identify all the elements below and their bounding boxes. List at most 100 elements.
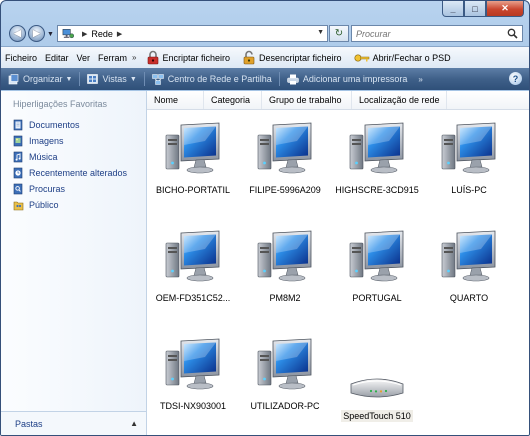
lock-icon — [147, 50, 158, 65]
device-name-label: LUÍS-PC — [451, 185, 487, 195]
encrypt-file-label: Encriptar ficheiro — [162, 52, 231, 63]
search-box[interactable] — [351, 25, 523, 42]
nav-link-label: Música — [29, 152, 58, 162]
search-icon[interactable] — [507, 28, 518, 39]
network-computer-item[interactable]: UTILIZADOR-PC — [239, 337, 331, 411]
explorer-window: _ □ ✕ ◀ ▶ ▼ ▶ Rede ▶ ▼ ↻ Ficheiro Editar… — [0, 0, 530, 436]
music-icon — [13, 151, 23, 163]
computer-icon — [165, 121, 221, 179]
column-header-name[interactable]: Nome — [147, 91, 204, 109]
encrypt-file-button[interactable]: Encriptar ficheiro — [140, 50, 237, 65]
views-button[interactable]: Vistas ▼ — [80, 74, 143, 84]
back-button[interactable]: ◀ — [9, 25, 26, 42]
nav-link-documents[interactable]: Documentos — [13, 117, 127, 133]
folders-label: Pastas — [15, 418, 43, 429]
menu-edit[interactable]: Editar — [41, 53, 73, 63]
breadcrumb-chevron-icon[interactable]: ▶ — [82, 30, 87, 38]
column-header-category[interactable]: Categoria — [204, 91, 262, 109]
minimize-button[interactable]: _ — [442, 1, 464, 17]
maximize-button[interactable]: □ — [464, 1, 486, 17]
column-header-network-location[interactable]: Localização de rede — [352, 91, 447, 109]
command-overflow-icon[interactable]: » — [418, 75, 422, 84]
computer-icon — [257, 337, 313, 395]
computer-icon — [441, 121, 497, 179]
add-printer-label: Adicionar uma impressora — [302, 74, 408, 84]
favorite-links-heading: Hiperligações Favoritas — [13, 99, 108, 109]
computer-icon — [441, 229, 497, 287]
computer-icon — [165, 337, 221, 395]
breadcrumb-chevron-icon[interactable]: ▶ — [117, 30, 122, 38]
window-controls: _ □ ✕ — [442, 1, 524, 17]
address-bar[interactable]: ▶ Rede ▶ ▼ — [57, 25, 328, 42]
forward-arrow-icon: ▶ — [33, 28, 40, 38]
key-icon — [354, 53, 369, 62]
unlock-icon — [243, 50, 255, 65]
network-folder-icon — [62, 29, 74, 39]
device-name-label: PM8M2 — [269, 293, 301, 303]
refresh-icon: ↻ — [334, 28, 344, 39]
pictures-icon — [13, 135, 23, 147]
chevron-up-icon: ▲ — [130, 419, 138, 428]
public-folder-icon — [13, 201, 24, 211]
breadcrumb-network[interactable]: Rede — [91, 29, 113, 39]
network-computer-item[interactable]: QUARTO — [423, 229, 515, 303]
nav-link-recent[interactable]: Recentemente alterados — [13, 165, 127, 181]
network-center-button[interactable]: Centro de Rede e Partilha — [145, 73, 279, 85]
organize-button[interactable]: Organizar ▼ — [1, 73, 79, 85]
address-dropdown-icon[interactable]: ▼ — [317, 29, 324, 36]
network-computer-item[interactable]: LUÍS-PC — [423, 121, 515, 195]
nav-link-label: Imagens — [29, 136, 64, 146]
router-icon — [347, 372, 407, 404]
network-device-item[interactable]: SpeedTouch 510 — [331, 372, 423, 422]
nav-link-music[interactable]: Música — [13, 149, 127, 165]
nav-link-label: Recentemente alterados — [29, 168, 128, 178]
computer-icon — [257, 121, 313, 179]
favorite-links-list: Documentos Imagens Música Recentemente a… — [13, 117, 127, 213]
device-name-label: PORTUGAL — [352, 293, 402, 303]
nav-link-label: Procuras — [29, 184, 66, 194]
network-computer-item[interactable]: TDSI-NX903001 — [147, 337, 239, 411]
decrypt-file-label: Desencriptar ficheiro — [259, 52, 342, 63]
views-icon — [87, 74, 99, 84]
device-name-label: OEM-FD351C52... — [155, 293, 231, 303]
close-button[interactable]: ✕ — [486, 1, 524, 17]
documents-icon — [13, 119, 23, 131]
menu-bar: Ficheiro Editar Ver Ferram » Encriptar f… — [1, 46, 529, 69]
recent-pages-dropdown[interactable]: ▼ — [47, 31, 54, 38]
network-computer-item[interactable]: HIGHSCRE-3CD915 — [331, 121, 423, 195]
searches-icon — [13, 183, 23, 195]
decrypt-file-button[interactable]: Desencriptar ficheiro — [236, 50, 348, 65]
network-computer-item[interactable]: PM8M2 — [239, 229, 331, 303]
computer-icon — [165, 229, 221, 287]
column-header-workgroup[interactable]: Grupo de trabalho — [262, 91, 352, 109]
help-button[interactable]: ? — [509, 72, 522, 85]
menu-view[interactable]: Ver — [73, 53, 95, 63]
computer-icon — [349, 121, 405, 179]
forward-button[interactable]: ▶ — [28, 25, 45, 42]
device-name-label: FILIPE-5996A209 — [249, 185, 321, 195]
title-bar: _ □ ✕ ◀ ▶ ▼ ▶ Rede ▶ ▼ ↻ — [1, 1, 529, 45]
toggle-psd-button[interactable]: Abrir/Fechar o PSD — [348, 52, 457, 64]
nav-link-searches[interactable]: Procuras — [13, 181, 127, 197]
menu-file[interactable]: Ficheiro — [1, 53, 41, 63]
search-input[interactable] — [356, 28, 496, 39]
file-list-area: Nome Categoria Grupo de trabalho Localiz… — [147, 91, 529, 435]
recent-icon — [13, 167, 23, 179]
nav-link-pictures[interactable]: Imagens — [13, 133, 127, 149]
network-computer-item[interactable]: PORTUGAL — [331, 229, 423, 303]
network-computer-item[interactable]: FILIPE-5996A209 — [239, 121, 331, 195]
add-printer-button[interactable]: Adicionar uma impressora — [280, 74, 415, 85]
device-name-label: UTILIZADOR-PC — [250, 401, 320, 411]
folders-toggle[interactable]: Pastas ▲ — [1, 411, 146, 435]
device-name-label: BICHO-PORTATIL — [155, 185, 230, 195]
device-name-label: TDSI-NX903001 — [159, 401, 227, 411]
menu-overflow-icon[interactable]: » — [132, 53, 136, 62]
network-computer-item[interactable]: OEM-FD351C52... — [147, 229, 239, 303]
device-name-label: HIGHSCRE-3CD915 — [335, 185, 419, 195]
refresh-button[interactable]: ↻ — [329, 25, 349, 42]
network-computer-item[interactable]: BICHO-PORTATIL — [147, 121, 239, 195]
computer-icon — [349, 229, 405, 287]
menu-tools[interactable]: Ferram — [94, 53, 131, 63]
printer-icon — [287, 74, 299, 84]
nav-link-public[interactable]: Público — [13, 197, 127, 213]
